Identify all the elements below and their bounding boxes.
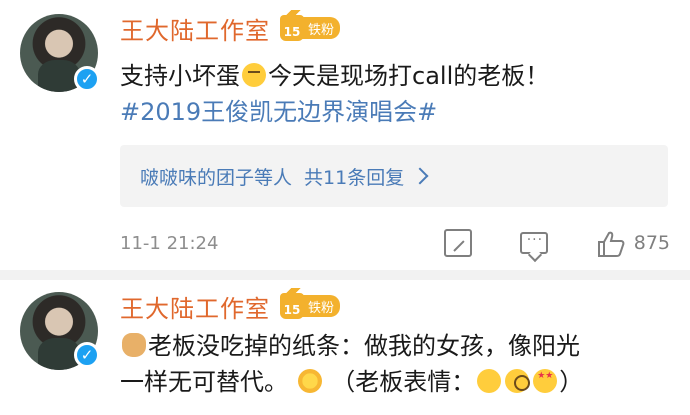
comment-text-part: 支持小坏蛋 bbox=[120, 62, 240, 90]
crown-icon: 15 bbox=[280, 288, 304, 319]
crown-icon: 15 bbox=[280, 10, 304, 41]
reply-names: 啵啵味的团子等人 bbox=[140, 166, 293, 189]
comment-2: ✓ 王大陆工作室 15 铁粉 老板没吃掉的纸条：做我的女孩，像阳光 一样无可替代… bbox=[0, 280, 690, 415]
comment-text: 老板没吃掉的纸条：做我的女孩，像阳光 一样无可替代。 （老板表情： ） bbox=[120, 328, 670, 400]
comment-header: 王大陆工作室 15 铁粉 bbox=[120, 288, 341, 324]
comment-text-part: （老板表情： bbox=[331, 368, 476, 396]
comment-text-part: 今天是现场打call的老板！ bbox=[268, 62, 550, 90]
verified-icon: ✓ bbox=[74, 342, 100, 368]
comment-footer: 11-1 21:24 875 bbox=[120, 228, 670, 258]
reply-summary[interactable]: 啵啵味的团子等人 共11条回复 bbox=[120, 145, 668, 207]
comment-text-part: 一样无可替代。 bbox=[120, 368, 288, 396]
comment-header: 王大陆工作室 15 铁粉 bbox=[120, 10, 341, 46]
flower-emoji-icon bbox=[297, 369, 322, 393]
chevron-right-icon bbox=[411, 167, 429, 185]
reply-count: 共11条回复 bbox=[304, 166, 405, 189]
comment-actions: 875 bbox=[396, 229, 670, 257]
comment-text-part: 老板没吃掉的纸条：做我的女孩，像阳光 bbox=[148, 332, 580, 360]
like-count: 875 bbox=[633, 232, 670, 254]
fan-badge-label: 铁粉 bbox=[302, 17, 341, 39]
doge-emoji-icon bbox=[122, 333, 146, 357]
comment-1: ✓ 王大陆工作室 15 铁粉 支持小坏蛋 今天是现场打call的老板！ #2019… bbox=[0, 0, 690, 278]
like-icon[interactable] bbox=[596, 229, 625, 257]
fan-badge[interactable]: 15 铁粉 bbox=[280, 288, 341, 319]
verified-icon: ✓ bbox=[74, 66, 100, 92]
magnifier-emoji-icon bbox=[505, 369, 531, 393]
grimace-emoji-icon bbox=[477, 369, 502, 393]
comment-text: 支持小坏蛋 今天是现场打call的老板！ #2019王俊凯无边界演唱会# bbox=[120, 58, 670, 130]
comment-text-part: ） bbox=[559, 368, 584, 396]
star-eyes-emoji-icon bbox=[533, 369, 558, 393]
fan-badge-label: 铁粉 bbox=[302, 295, 341, 317]
smirk-emoji-icon bbox=[242, 63, 266, 87]
username[interactable]: 王大陆工作室 bbox=[120, 11, 270, 46]
comment-divider bbox=[0, 270, 690, 280]
hashtag-link[interactable]: #2019王俊凯无边界演唱会# bbox=[120, 98, 437, 126]
fan-badge[interactable]: 15 铁粉 bbox=[280, 10, 341, 41]
share-icon[interactable] bbox=[443, 229, 472, 257]
username[interactable]: 王大陆工作室 bbox=[120, 289, 270, 324]
comment-icon[interactable] bbox=[519, 232, 548, 254]
timestamp: 11-1 21:24 bbox=[120, 232, 219, 254]
